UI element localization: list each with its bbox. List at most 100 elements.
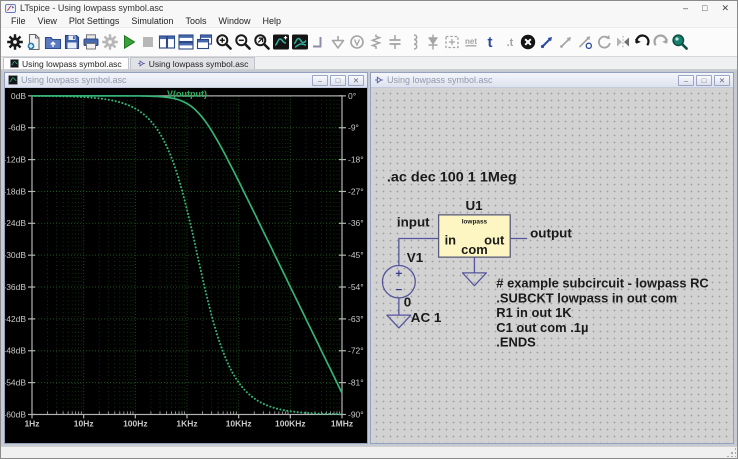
resize-grip[interactable] [726,447,736,457]
waveform-pane-minimize-button[interactable]: – [312,75,328,86]
schematic-pane-close-button[interactable]: ✕ [714,75,730,86]
menu-item-help[interactable]: Help [257,15,286,27]
v1-ac-value[interactable]: AC 1 [411,310,442,325]
y-left-tick-label: -30dB [5,250,26,260]
y-right-tick-label: 0° [348,91,356,101]
v1-reference[interactable]: V1 [407,250,424,265]
menu-item-tools[interactable]: Tools [180,15,211,27]
ac-directive-text[interactable]: .ac dec 100 1 1Meg [387,169,517,185]
open-file-icon[interactable] [43,30,62,55]
menu-item-simulation[interactable]: Simulation [126,15,178,27]
svg-text:.t: .t [506,37,513,49]
duplicate-mode-icon[interactable] [537,30,556,55]
place-net-name-icon[interactable]: net [461,30,480,55]
menu-item-file[interactable]: File [6,15,31,27]
menu-item-plot-settings[interactable]: Plot Settings [64,15,125,27]
v1-source[interactable] [382,266,415,298]
v1-circle[interactable] [382,266,415,298]
minimize-button[interactable]: – [683,2,688,14]
schematic-drawing[interactable]: .ac dec 100 1 1Meg lowpassinoutcom U1 input… [371,88,733,443]
bode-plot[interactable]: 0dB-6dB-12dB-18dB-24dB-30dB-36dB-42dB-48… [5,88,367,443]
maximize-button[interactable]: □ [702,2,707,14]
waveform-pane-icon [8,75,18,85]
v1-dc-value[interactable]: 0 [404,294,411,309]
draw-wire-icon[interactable] [309,30,328,55]
subcircuit-text-line[interactable]: R1 in out 1K [496,305,572,320]
halt-sim-icon[interactable] [138,30,157,55]
place-component-icon[interactable] [442,30,461,55]
close-button[interactable]: ✕ [721,2,729,14]
pause-sim-icon[interactable] [100,30,119,55]
drag-mode-icon[interactable] [556,30,575,55]
ground-symbol-com[interactable] [462,273,486,286]
tile-horizontal-icon[interactable] [176,30,195,55]
autorange-y-axis-icon[interactable] [271,30,290,55]
waveform-plot-canvas[interactable]: 0dB-6dB-12dB-18dB-24dB-30dB-36dB-42dB-48… [5,88,367,443]
zoom-out-icon[interactable] [233,30,252,55]
spice-directive-icon[interactable]: .t [499,30,518,55]
menu-item-view[interactable]: View [33,15,62,27]
zoom-in-icon[interactable] [214,30,233,55]
waveform-pane-buttons: –□✕ [312,75,364,86]
menu-item-window[interactable]: Window [213,15,255,27]
tab-waveform[interactable]: Using lowpass symbol.asc [3,57,129,69]
waveform-pane-title: Using lowpass symbol.asc [21,75,309,85]
save-icon[interactable] [62,30,81,55]
net-label-output[interactable]: output [530,226,572,241]
y-left-tick-label: -6dB [8,123,26,133]
y-right-tick-label: -45° [348,250,364,260]
schematic-pane-title: Using lowpass symbol.asc [387,75,675,85]
redo-icon[interactable] [651,30,670,55]
schematic-pane-titlebar[interactable]: Using lowpass symbol.asc –□✕ [371,73,733,88]
place-label-icon[interactable] [347,30,366,55]
subcircuit-text-block[interactable]: # example subcircuit - lowpass RC.SUBCKT… [496,276,708,350]
schematic-pane-minimize-button[interactable]: – [678,75,694,86]
schematic-tab-icon [137,59,146,68]
run-sim-icon[interactable] [119,30,138,55]
delete-mode-icon[interactable] [518,30,537,55]
place-text-icon[interactable]: t [480,30,499,55]
u1-reference[interactable]: U1 [465,198,483,213]
subcircuit-text-line[interactable]: .ENDS [496,335,536,350]
trace-title[interactable]: V(output) [167,89,207,99]
place-diode-icon[interactable] [423,30,442,55]
ground-symbol-v1[interactable] [387,315,411,328]
waveform-pane-close-button[interactable]: ✕ [348,75,364,86]
schematic-canvas[interactable]: .ac dec 100 1 1Meg lowpassinoutcom U1 input… [371,88,733,443]
undo-icon[interactable] [632,30,651,55]
place-ground-icon[interactable] [328,30,347,55]
net-label-input[interactable]: input [397,215,430,230]
waveform-pane-restore-button[interactable]: □ [330,75,346,86]
pin-label-com: com [461,242,488,257]
y-left-tick-label: 0dB [11,91,26,101]
new-schematic-icon[interactable] [24,30,43,55]
subcircuit-text-line[interactable]: .SUBCKT lowpass in out com [496,290,677,305]
cascade-windows-icon[interactable] [195,30,214,55]
mirror-icon[interactable] [613,30,632,55]
tab-schematic[interactable]: Using lowpass symbol.asc [130,57,256,69]
find-icon[interactable] [670,30,689,55]
app-icon [5,3,16,14]
place-resistor-icon[interactable] [366,30,385,55]
subcircuit-text-line[interactable]: # example subcircuit - lowpass RC [496,276,708,291]
y-left-tick-label: -42dB [5,314,26,324]
move-mode-icon[interactable] [575,30,594,55]
y-right-tick-label: -36° [348,218,364,228]
plot-settings-icon[interactable] [290,30,309,55]
plot-background [5,88,367,443]
place-capacitor-icon[interactable] [385,30,404,55]
settings-gear-icon[interactable] [5,30,24,55]
schematic-pane-restore-button[interactable]: □ [696,75,712,86]
status-text [1,453,5,459]
u1-component[interactable]: lowpassinoutcom [439,215,511,257]
subcircuit-text-line[interactable]: C1 out com .1µ [496,320,588,335]
print-icon[interactable] [81,30,100,55]
svg-text:net: net [465,37,477,46]
y-left-tick-label: -36dB [5,282,26,292]
pin-label-in: in [445,232,457,247]
place-inductor-icon[interactable] [404,30,423,55]
zoom-full-extents-icon[interactable] [252,30,271,55]
tile-vertical-icon[interactable] [157,30,176,55]
rotate-icon[interactable] [594,30,613,55]
waveform-pane-titlebar[interactable]: Using lowpass symbol.asc –□✕ [5,73,367,88]
